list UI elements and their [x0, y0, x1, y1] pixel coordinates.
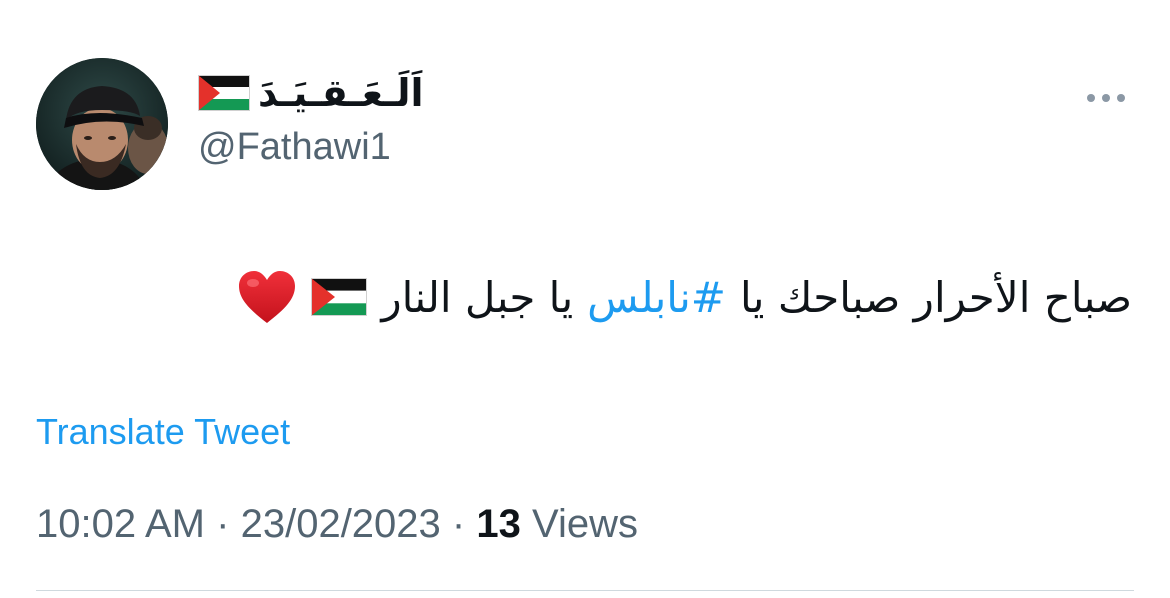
- meta-separator: ·: [451, 502, 466, 546]
- divider: [36, 590, 1134, 591]
- tweet-date[interactable]: 23/02/2023: [241, 502, 441, 546]
- tweet-text-part2: يا جبل النار: [381, 272, 574, 322]
- more-options-button[interactable]: [1082, 84, 1130, 112]
- views-count: 13: [476, 502, 521, 546]
- views-label: Views: [532, 502, 638, 546]
- more-dot-icon: [1102, 94, 1110, 102]
- red-heart-icon: [239, 271, 296, 323]
- more-dot-icon: [1087, 94, 1095, 102]
- palestine-flag-icon: [311, 278, 368, 316]
- tweet-time[interactable]: 10:02 AM: [36, 502, 205, 546]
- translate-tweet-link[interactable]: Translate Tweet: [36, 414, 290, 450]
- tweet-text-part1: صباح الأحرار صباحك يا: [740, 272, 1132, 322]
- tweet-meta: 10:02 AM · 23/02/2023 · 13 Views: [36, 504, 638, 544]
- author-handle[interactable]: @Fathawi1: [198, 128, 391, 166]
- author-name-row[interactable]: اَلَـعَـقـيَـدَ: [198, 66, 424, 120]
- profile-photo: [36, 58, 168, 190]
- hashtag-link[interactable]: #نابلس: [587, 273, 726, 322]
- palestine-flag-icon: [198, 75, 250, 111]
- more-dot-icon: [1117, 94, 1125, 102]
- avatar[interactable]: [36, 58, 168, 190]
- meta-separator: ·: [216, 502, 230, 546]
- author-display-name[interactable]: اَلَـعَـقـيَـدَ: [258, 74, 424, 112]
- tweet-text: صباح الأحرار صباحك يا #نابلس يا جبل النا…: [237, 262, 1132, 332]
